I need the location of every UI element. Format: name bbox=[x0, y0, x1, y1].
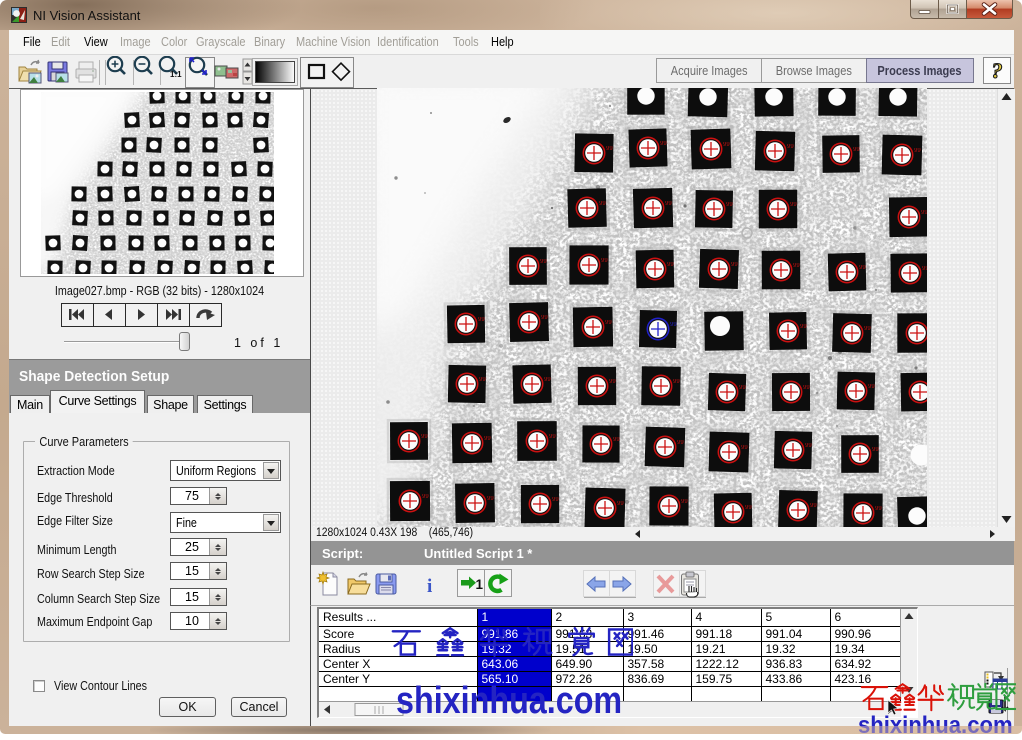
svg-text:99: 99 bbox=[677, 440, 684, 446]
svg-text:99: 99 bbox=[549, 434, 556, 440]
svg-text:99: 99 bbox=[793, 263, 800, 269]
svg-text:99: 99 bbox=[745, 505, 752, 511]
svg-text:99: 99 bbox=[787, 144, 794, 150]
svg-text:99: 99 bbox=[609, 379, 616, 385]
svg-text:99: 99 bbox=[723, 142, 730, 148]
svg-text:99: 99 bbox=[739, 385, 746, 391]
svg-text:99: 99 bbox=[479, 377, 486, 383]
svg-text:99: 99 bbox=[665, 201, 672, 207]
svg-text:99: 99 bbox=[673, 379, 680, 385]
svg-text:99: 99 bbox=[914, 148, 921, 154]
svg-text:99: 99 bbox=[660, 141, 667, 147]
svg-text:?: ? bbox=[992, 58, 1003, 83]
svg-text:99: 99 bbox=[613, 437, 620, 443]
svg-text:99: 99 bbox=[741, 445, 748, 451]
svg-text:99: 99 bbox=[805, 443, 812, 449]
svg-text:i: i bbox=[427, 576, 432, 597]
svg-text:99: 99 bbox=[605, 320, 612, 326]
svg-text:99: 99 bbox=[422, 494, 429, 500]
svg-text:99: 99 bbox=[810, 503, 817, 509]
svg-text:99: 99 bbox=[601, 258, 608, 264]
svg-text:99: 99 bbox=[606, 146, 613, 152]
svg-text:99: 99 bbox=[868, 384, 875, 390]
svg-text:99: 99 bbox=[617, 501, 624, 507]
svg-text:99: 99 bbox=[544, 377, 551, 383]
svg-text:99: 99 bbox=[599, 201, 606, 207]
svg-text:99: 99 bbox=[552, 497, 559, 503]
svg-text:99: 99 bbox=[875, 506, 882, 512]
svg-text:1: 1 bbox=[476, 577, 484, 592]
svg-text:99: 99 bbox=[487, 496, 494, 502]
svg-text:99: 99 bbox=[670, 322, 677, 328]
svg-text:99: 99 bbox=[681, 499, 688, 505]
svg-text:1:1: 1:1 bbox=[170, 70, 182, 79]
svg-text:99: 99 bbox=[872, 447, 879, 453]
svg-text:99: 99 bbox=[421, 434, 428, 440]
svg-text:99: 99 bbox=[921, 210, 927, 216]
svg-text:99: 99 bbox=[541, 315, 548, 321]
svg-text:99: 99 bbox=[922, 266, 927, 272]
svg-text:99: 99 bbox=[803, 385, 810, 391]
svg-text:99: 99 bbox=[726, 202, 733, 208]
svg-text:99: 99 bbox=[790, 202, 797, 208]
svg-text:99: 99 bbox=[667, 262, 674, 268]
svg-text:99: 99 bbox=[853, 147, 860, 153]
svg-text:99: 99 bbox=[800, 324, 807, 330]
svg-text:99: 99 bbox=[478, 317, 485, 323]
svg-text:99: 99 bbox=[731, 262, 738, 268]
svg-text:99: 99 bbox=[484, 436, 491, 442]
svg-text:99: 99 bbox=[859, 265, 866, 271]
svg-text:99: 99 bbox=[864, 326, 871, 332]
svg-text:99: 99 bbox=[540, 259, 547, 265]
